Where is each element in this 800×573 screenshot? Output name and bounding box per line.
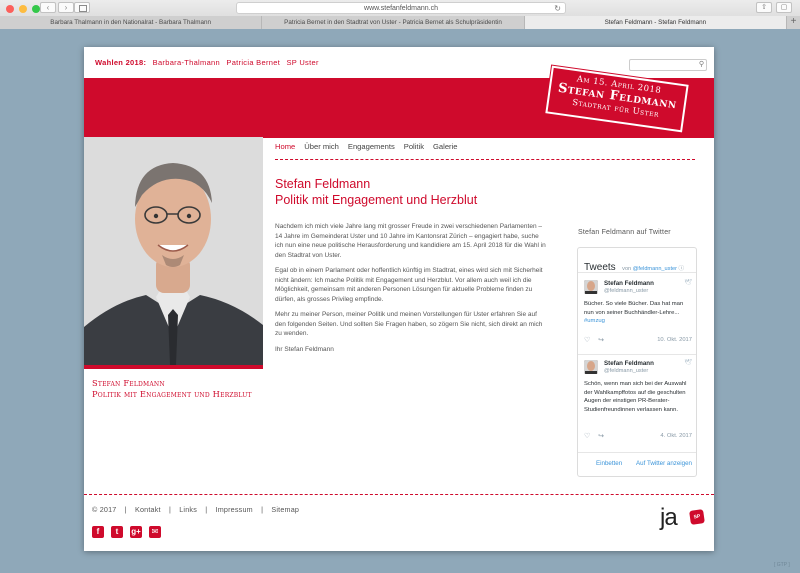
tweet-card[interactable]: Stefan Feldmann @feldmann_uster 🕊 Bücher… [584,278,694,350]
browser-toolbar: ‹ › www.stefanfeldmann.ch ↻ ⇧ ▢ Barbara … [0,0,800,29]
page-title-line1: Stefan Feldmann [275,177,371,191]
tweet-date[interactable]: 4. Okt. 2017 [660,433,692,439]
page-title-line2: Politik mit Engagement und Herzblut [275,193,478,207]
main-nav: Home Über mich Engagements Politik Galer… [275,142,458,151]
tab-bar: Barbara Thalmann in den Nationalrat - Ba… [0,16,800,29]
divider [578,452,696,453]
embed-link[interactable]: Einbetten [596,460,622,467]
back-button[interactable]: ‹ [40,2,56,13]
nav-engagements[interactable]: Engagements [348,142,395,151]
tweet-actions: ♡ ↪ [584,432,604,440]
nav-home[interactable]: Home [275,142,295,151]
wahlen-links: Wahlen 2018: Barbara-Thalmann Patricia B… [95,58,319,67]
view-on-twitter-link[interactable]: Auf Twitter anzeigen [632,460,692,467]
copyright: © 2017 [92,505,117,514]
signature-line: Ihr Stefan Feldmann [275,345,334,353]
caption-name: Stefan Feldmann [92,378,165,388]
footer-link-sitemap[interactable]: Sitemap [271,505,299,514]
tweet-handle[interactable]: @feldmann_uster [604,288,648,294]
search-icon[interactable]: ⚲ [699,60,704,68]
zoom-window-button[interactable] [32,5,40,13]
portrait-photo [84,137,263,365]
ja-sp-logo[interactable]: ja SP [660,504,705,531]
photo-underline [84,365,263,369]
avatar[interactable] [584,280,598,294]
nav-divider [275,159,695,160]
email-icon[interactable]: ✉ [149,526,161,538]
sidebar-toggle-button[interactable] [74,2,90,13]
paragraph: Egal ob in einem Parlament oder hoffentl… [275,267,543,303]
caption-tagline: Politik mit Engagement und Herzblut [92,389,252,399]
share-icon[interactable]: ↪ [598,337,604,344]
twitter-bird-icon: 🕊 [684,280,692,286]
wahlen-label: Wahlen 2018: [95,58,147,67]
gtp-watermark: [ GTP ] [774,562,790,568]
google-plus-icon[interactable]: g+ [130,526,142,538]
intro-text: Nachdem ich mich viele Jahre lang mit gr… [275,222,547,360]
tweet-text: Bücher. So viele Bücher. Das hat man nun… [584,300,694,326]
footer-link-links[interactable]: Links [179,505,197,514]
footer-separator: | [205,505,208,514]
reload-icon[interactable]: ↻ [554,3,561,14]
web-page: Wahlen 2018: Barbara-Thalmann Patricia B… [84,47,714,551]
twitter-heading: Stefan Feldmann auf Twitter [578,229,671,236]
tweet-actions: ♡ ↪ [584,336,604,344]
nav-politik[interactable]: Politik [404,142,424,151]
share-button[interactable]: ⇧ [756,2,772,13]
tweet-text: Schön, wenn man sich bei der Auswahl der… [584,381,687,413]
twitter-icon[interactable]: t [111,526,123,538]
paragraph: Mehr zu meiner Person, meiner Politik un… [275,311,543,337]
footer-separator: | [261,505,264,514]
history-buttons: ‹ › [40,2,74,13]
twitter-bird-icon: 🕊 [684,360,692,366]
facebook-icon[interactable]: f [92,526,104,538]
url-text: www.stefanfeldmann.ch [364,5,438,12]
tweet-author[interactable]: Stefan Feldmann [604,280,654,287]
search-input[interactable]: ⚲ [629,59,707,71]
footer-divider [84,494,714,495]
page-title: Stefan Feldmann Politik mit Engagement u… [275,176,477,208]
link-barbara-thalmann[interactable]: Barbara-Thalmann [153,58,220,67]
minimize-window-button[interactable] [19,5,27,13]
close-window-button[interactable] [6,5,14,13]
twitter-widget: Tweets von @feldmann_uster ⓘ Stefan Feld… [577,247,697,477]
divider [578,354,696,355]
tweet-handle[interactable]: @feldmann_uster [604,368,648,374]
paragraph: Nachdem ich mich viele Jahre lang mit gr… [275,223,546,259]
sp-badge: SP [689,509,705,525]
divider [578,272,696,273]
hashtag-link[interactable]: #umzug [584,318,605,324]
new-tab-button[interactable]: + [786,16,800,29]
logo-text: ja [660,504,678,531]
like-icon[interactable]: ♡ [584,433,590,440]
address-bar[interactable]: www.stefanfeldmann.ch ↻ [236,2,566,14]
footer-separator: | [124,505,127,514]
tab-patricia-bernet[interactable]: Patricia Bernet in den Stadtrat von Uste… [262,16,525,29]
avatar[interactable] [584,360,598,374]
tab-barbara-thalmann[interactable]: Barbara Thalmann in den Nationalrat - Ba… [0,16,263,29]
nav-ueber-mich[interactable]: Über mich [304,142,339,151]
link-sp-uster[interactable]: SP Uster [286,58,318,67]
footer-link-kontakt[interactable]: Kontakt [135,505,161,514]
tab-stefan-feldmann[interactable]: Stefan Feldmann - Stefan Feldmann [524,16,787,29]
share-icon[interactable]: ↪ [598,433,604,440]
footer-separator: | [168,505,172,514]
tweet-author[interactable]: Stefan Feldmann [604,360,654,367]
portrait-caption: Stefan Feldmann Politik mit Engagement u… [92,378,252,400]
footer-links: © 2017 | Kontakt | Links | Impressum | S… [92,505,305,514]
social-links: f t g+ ✉ [92,526,161,538]
tweet-card[interactable]: Stefan Feldmann @feldmann_uster 🕊 Schön,… [584,358,694,450]
tweet-body: Bücher. So viele Bücher. Das hat man nun… [584,301,684,316]
nav-galerie[interactable]: Galerie [433,142,457,151]
link-patricia-bernet[interactable]: Patricia Bernet [226,58,280,67]
window-controls [6,5,40,13]
like-icon[interactable]: ♡ [584,337,590,344]
forward-button[interactable]: › [58,2,74,13]
footer-link-impressum[interactable]: Impressum [216,505,253,514]
tabs-overview-button[interactable]: ▢ [776,2,792,13]
tweet-date[interactable]: 10. Okt. 2017 [657,337,692,343]
